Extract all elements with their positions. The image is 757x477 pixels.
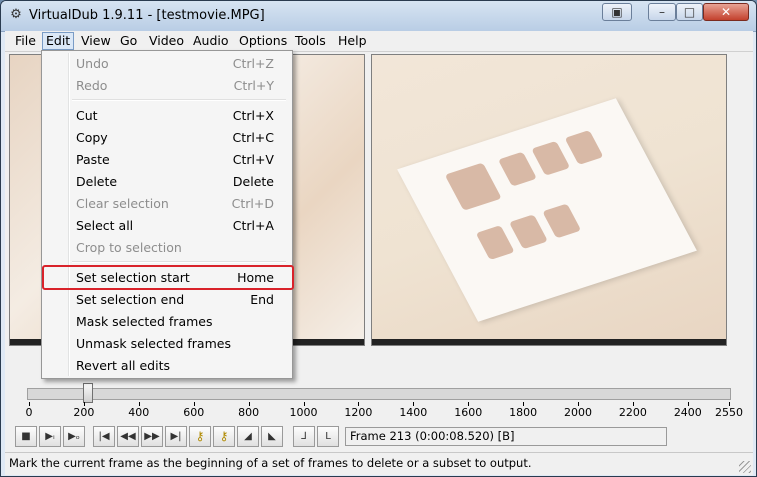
menu-item-undo: Undo Ctrl+Z <box>44 53 290 75</box>
highlight-annotation <box>42 265 294 290</box>
menu-item-label: Delete <box>76 174 118 189</box>
prev-scene-button[interactable]: ◢ <box>237 426 259 447</box>
menu-item-crop-to-selection: Crop to selection <box>44 237 290 259</box>
next-scene-button[interactable]: ◣ <box>261 426 283 447</box>
position-slider[interactable] <box>27 383 731 403</box>
menu-item-paste[interactable]: Paste Ctrl+V <box>44 149 290 171</box>
menu-item-shortcut: Ctrl+D <box>231 196 274 211</box>
menu-item-revert-all-edits[interactable]: Revert all edits <box>44 355 290 377</box>
menu-video[interactable]: Video <box>146 33 187 49</box>
app-icon: ⚙ <box>10 7 22 22</box>
menu-item-label: Crop to selection <box>76 240 182 255</box>
tick-label: 2200 <box>618 406 647 419</box>
stop-button[interactable]: ■ <box>15 426 37 447</box>
menu-item-shortcut: Ctrl+Z <box>232 56 274 71</box>
menu-item-shortcut: Ctrl+Y <box>233 78 274 93</box>
menu-item-copy[interactable]: Copy Ctrl+C <box>44 127 290 149</box>
menu-item-shortcut: Ctrl+V <box>232 152 274 167</box>
menu-edit[interactable]: Edit <box>42 32 75 50</box>
menu-item-select-all[interactable]: Select all Ctrl+A <box>44 215 290 237</box>
playback-toolbar: Frame 213 (0:00:08.520) [B] ■ ▶ᵢ ▶ₒ |◀ ◀◀ ▶▶ ▶… <box>9 425 751 449</box>
tick-label: 600 <box>183 406 205 419</box>
menu-item-shortcut: End <box>250 292 274 307</box>
menu-item-label: Revert all edits <box>76 358 171 373</box>
prev-key-button[interactable]: ⚷ <box>189 426 211 447</box>
go-end-button[interactable]: ▶| <box>165 426 187 447</box>
menu-audio[interactable]: Audio <box>190 33 232 49</box>
window-title: VirtualDub 1.9.11 - [testmovie.MPG] <box>29 8 265 23</box>
next-frame-forward-button[interactable]: ▶▶ <box>141 426 163 447</box>
menu-item-redo: Redo Ctrl+Y <box>44 75 290 97</box>
tick-label: 2000 <box>564 406 593 419</box>
tick-label: 0 <box>25 406 33 419</box>
tick-label: 2550 <box>715 406 743 419</box>
mark-in-button[interactable]: ⅃ <box>293 426 315 447</box>
menu-item-shortcut: Ctrl+X <box>232 108 274 123</box>
menu-item-label: Copy <box>76 130 108 145</box>
menu-item-label: Clear selection <box>76 196 169 211</box>
menu-bar: File Edit View Go Video Audio Options To… <box>5 31 753 52</box>
mark-out-button[interactable]: L <box>317 426 339 447</box>
tick-label: 1800 <box>509 406 538 419</box>
menu-help[interactable]: Help <box>335 33 370 49</box>
menu-item-delete[interactable]: Delete Delete <box>44 171 290 193</box>
tick-label: 400 <box>128 406 150 419</box>
resize-grip-icon[interactable] <box>739 461 751 473</box>
title-bar: ⚙ VirtualDub 1.9.11 - [testmovie.MPG] ▣ … <box>1 1 756 32</box>
menu-item-label: Unmask selected frames <box>76 336 231 351</box>
minimize-button[interactable]: – <box>648 3 676 21</box>
menu-item-label: Cut <box>76 108 98 123</box>
app-window: ⚙ VirtualDub 1.9.11 - [testmovie.MPG] ▣ … <box>0 0 757 477</box>
video-frame-image <box>397 98 697 322</box>
play-output-button[interactable]: ▶ₒ <box>63 426 85 447</box>
next-key-button[interactable]: ⚷ <box>213 426 235 447</box>
tick-label: 1400 <box>399 406 428 419</box>
tick-label: 1200 <box>344 406 373 419</box>
menu-item-shortcut: Ctrl+C <box>232 130 274 145</box>
tick-label: 1600 <box>454 406 483 419</box>
menu-item-clear-selection: Clear selection Ctrl+D <box>44 193 290 215</box>
menu-item-label: Mask selected frames <box>76 314 213 329</box>
menu-item-unmask-selected-frames[interactable]: Unmask selected frames <box>44 333 290 355</box>
tick-label: 200 <box>73 406 95 419</box>
status-bar: Mark the current frame as the beginning … <box>5 452 753 475</box>
menu-separator <box>72 261 286 263</box>
edit-menu-dropdown: Undo Ctrl+Z Redo Ctrl+Y Cut Ctrl+X Copy Ctrl+C P… <box>41 50 293 379</box>
menu-item-label: Set selection end <box>76 292 185 307</box>
menu-item-label: Undo <box>76 56 109 71</box>
menu-go[interactable]: Go <box>117 33 140 49</box>
menu-separator <box>72 99 286 101</box>
status-text: Mark the current frame as the beginning … <box>9 456 532 470</box>
menu-tools[interactable]: Tools <box>292 33 329 49</box>
go-start-button[interactable]: |◀ <box>93 426 115 447</box>
prev-frame-back-button[interactable]: ◀◀ <box>117 426 139 447</box>
tick-label: 800 <box>238 406 260 419</box>
menu-item-label: Select all <box>76 218 134 233</box>
menu-view[interactable]: View <box>78 33 114 49</box>
frame-indicator: Frame 213 (0:00:08.520) [B] <box>345 427 667 446</box>
maximize-button[interactable]: □ <box>676 3 703 21</box>
menu-item-shortcut: Ctrl+A <box>232 218 274 233</box>
menu-item-label: Paste <box>76 152 110 167</box>
menu-options[interactable]: Options <box>236 33 290 49</box>
output-video-pane <box>371 54 727 346</box>
menu-item-cut[interactable]: Cut Ctrl+X <box>44 105 290 127</box>
menu-item-shortcut: Delete <box>232 174 274 189</box>
menu-item-label: Redo <box>76 78 108 93</box>
close-button[interactable]: ✕ <box>703 3 749 21</box>
menu-file[interactable]: File <box>12 33 39 49</box>
play-input-button[interactable]: ▶ᵢ <box>39 426 61 447</box>
pane-bottom-bar <box>372 339 726 345</box>
tick-label: 1000 <box>289 406 318 419</box>
menu-item-mask-selected-frames[interactable]: Mask selected frames <box>44 311 290 333</box>
menu-item-set-selection-end[interactable]: Set selection end End <box>44 289 290 311</box>
restore-icon[interactable]: ▣ <box>602 3 632 21</box>
slider-thumb[interactable] <box>83 383 94 403</box>
tick-label: 2400 <box>673 406 702 419</box>
